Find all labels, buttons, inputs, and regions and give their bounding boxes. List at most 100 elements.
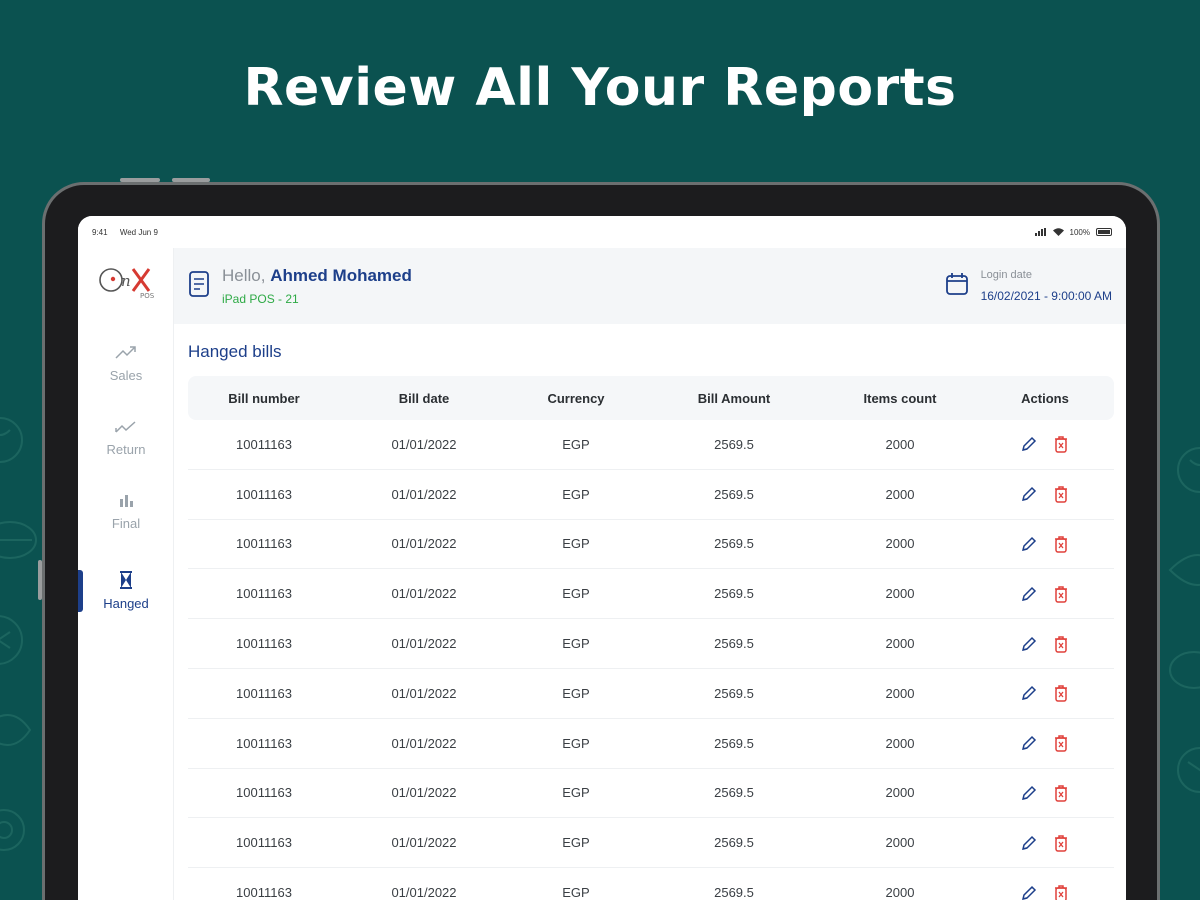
login-date-value: 16/02/2021 - 9:00:00 AM <box>980 289 1112 303</box>
user-name: Ahmed Mohamed <box>270 266 412 285</box>
logo-mark: n POS <box>99 268 155 300</box>
bar-chart-icon <box>118 490 134 510</box>
currency-cell: EGP <box>562 685 590 701</box>
calendar-icon <box>945 272 969 301</box>
delete-icon[interactable] <box>1051 534 1071 554</box>
bill-date-cell: 01/01/2022 <box>391 685 457 701</box>
power-hardware-button <box>38 560 42 600</box>
items-count-cell: 2000 <box>885 586 915 602</box>
table-row: 10011163 01/01/2022 EGP 2569.5 2000 <box>188 470 1114 520</box>
bill-date-cell: 01/01/2022 <box>391 835 457 851</box>
bill-amount-cell: 2569.5 <box>714 735 754 751</box>
row-actions <box>976 883 1114 900</box>
status-time: 9:41 <box>92 227 108 237</box>
edit-icon[interactable] <box>1019 534 1039 554</box>
bill-number-cell: 10011163 <box>236 835 292 851</box>
bill-number-cell: 10011163 <box>236 785 292 801</box>
section-title: Hanged bills <box>188 342 282 361</box>
column-header: Actions <box>1021 390 1069 406</box>
delete-icon[interactable] <box>1051 733 1071 753</box>
table-header: Bill number Bill date Currency Bill Amou… <box>188 376 1114 420</box>
edit-icon[interactable] <box>1019 833 1039 853</box>
edit-icon[interactable] <box>1019 634 1039 654</box>
status-date: Wed Jun 9 <box>119 227 158 237</box>
items-count-cell: 2000 <box>885 735 915 751</box>
table-row: 10011163 01/01/2022 EGP 2569.5 2000 <box>188 769 1114 819</box>
currency-cell: EGP <box>562 436 590 452</box>
column-header: Bill date <box>398 390 450 406</box>
bill-date-cell: 01/01/2022 <box>391 735 457 751</box>
column-header: Currency <box>547 390 605 406</box>
sidebar-item-label: Final <box>111 515 141 531</box>
sidebar-item-hanged[interactable]: Hanged <box>78 560 174 620</box>
delete-icon[interactable] <box>1051 883 1071 900</box>
row-actions <box>976 584 1114 604</box>
delete-icon[interactable] <box>1051 634 1071 654</box>
table-row: 10011163 01/01/2022 EGP 2569.5 2000 <box>188 669 1114 719</box>
receipt-icon <box>188 270 210 303</box>
delete-icon[interactable] <box>1051 484 1071 504</box>
delete-icon[interactable] <box>1051 683 1071 703</box>
bill-number-cell: 10011163 <box>236 636 292 652</box>
device-label: iPad POS - 21 <box>222 292 299 306</box>
sidebar-item-final[interactable]: Final <box>78 480 174 540</box>
bill-number-cell: 10011163 <box>236 685 292 701</box>
delete-icon[interactable] <box>1051 434 1071 454</box>
edit-icon[interactable] <box>1019 683 1039 703</box>
edit-icon[interactable] <box>1019 733 1039 753</box>
bill-number-cell: 10011163 <box>236 536 292 552</box>
bill-date-cell: 01/01/2022 <box>391 586 457 602</box>
row-actions <box>976 434 1114 454</box>
items-count-cell: 2000 <box>885 636 915 652</box>
greeting-line: Hello, Ahmed Mohamed <box>222 266 412 286</box>
bill-number-cell: 10011163 <box>236 735 292 751</box>
delete-icon[interactable] <box>1051 833 1071 853</box>
bill-amount-cell: 2569.5 <box>714 885 754 900</box>
currency-cell: EGP <box>562 486 590 502</box>
battery-icon <box>1096 228 1112 236</box>
row-actions <box>976 783 1114 803</box>
table-row: 10011163 01/01/2022 EGP 2569.5 2000 <box>188 420 1114 470</box>
table-row: 10011163 01/01/2022 EGP 2569.5 2000 <box>188 569 1114 620</box>
row-actions <box>976 833 1114 853</box>
edit-icon[interactable] <box>1019 783 1039 803</box>
edit-icon[interactable] <box>1019 584 1039 604</box>
currency-cell: EGP <box>562 735 590 751</box>
wifi-icon <box>1052 228 1064 236</box>
sidebar-item-label: Return <box>106 441 146 457</box>
currency-cell: EGP <box>562 586 590 602</box>
greeting-hello: Hello, <box>222 266 271 285</box>
edit-icon[interactable] <box>1019 484 1039 504</box>
edit-icon[interactable] <box>1019 883 1039 900</box>
bill-number-cell: 10011163 <box>236 486 292 502</box>
sidebar-item-return[interactable]: Return <box>78 406 174 466</box>
items-count-cell: 2000 <box>885 785 915 801</box>
delete-icon[interactable] <box>1051 783 1071 803</box>
bill-number-cell: 10011163 <box>236 586 292 602</box>
bill-amount-cell: 2569.5 <box>714 436 754 452</box>
table-row: 10011163 01/01/2022 EGP 2569.5 2000 <box>188 719 1114 769</box>
bill-amount-cell: 2569.5 <box>714 536 754 552</box>
app-screen: 9:41 Wed Jun 9 100% n POS Sales Return F… <box>78 216 1126 900</box>
bill-date-cell: 01/01/2022 <box>391 486 457 502</box>
row-actions <box>976 733 1114 753</box>
bill-amount-cell: 2569.5 <box>714 586 754 602</box>
hanged-bills-table: Bill number Bill date Currency Bill Amou… <box>188 376 1114 900</box>
table-body: 10011163 01/01/2022 EGP 2569.5 2000 10011163 0… <box>188 420 1114 900</box>
currency-cell: EGP <box>562 835 590 851</box>
delete-icon[interactable] <box>1051 584 1071 604</box>
login-date-label: Login date <box>980 269 1032 281</box>
bill-amount-cell: 2569.5 <box>714 486 754 502</box>
items-count-cell: 2000 <box>885 685 915 701</box>
battery-percent: 100% <box>1069 227 1090 237</box>
sidebar: n POS Sales Return Final Hanged <box>78 248 174 900</box>
bill-number-cell: 10011163 <box>236 885 292 900</box>
currency-cell: EGP <box>562 536 590 552</box>
sidebar-item-sales[interactable]: Sales <box>78 332 174 392</box>
bill-number-cell: 10011163 <box>236 436 292 452</box>
sidebar-item-label: Hanged <box>103 595 149 611</box>
row-actions <box>976 534 1114 554</box>
table-row: 10011163 01/01/2022 EGP 2569.5 2000 <box>188 868 1114 900</box>
edit-icon[interactable] <box>1019 434 1039 454</box>
row-actions <box>976 683 1114 703</box>
